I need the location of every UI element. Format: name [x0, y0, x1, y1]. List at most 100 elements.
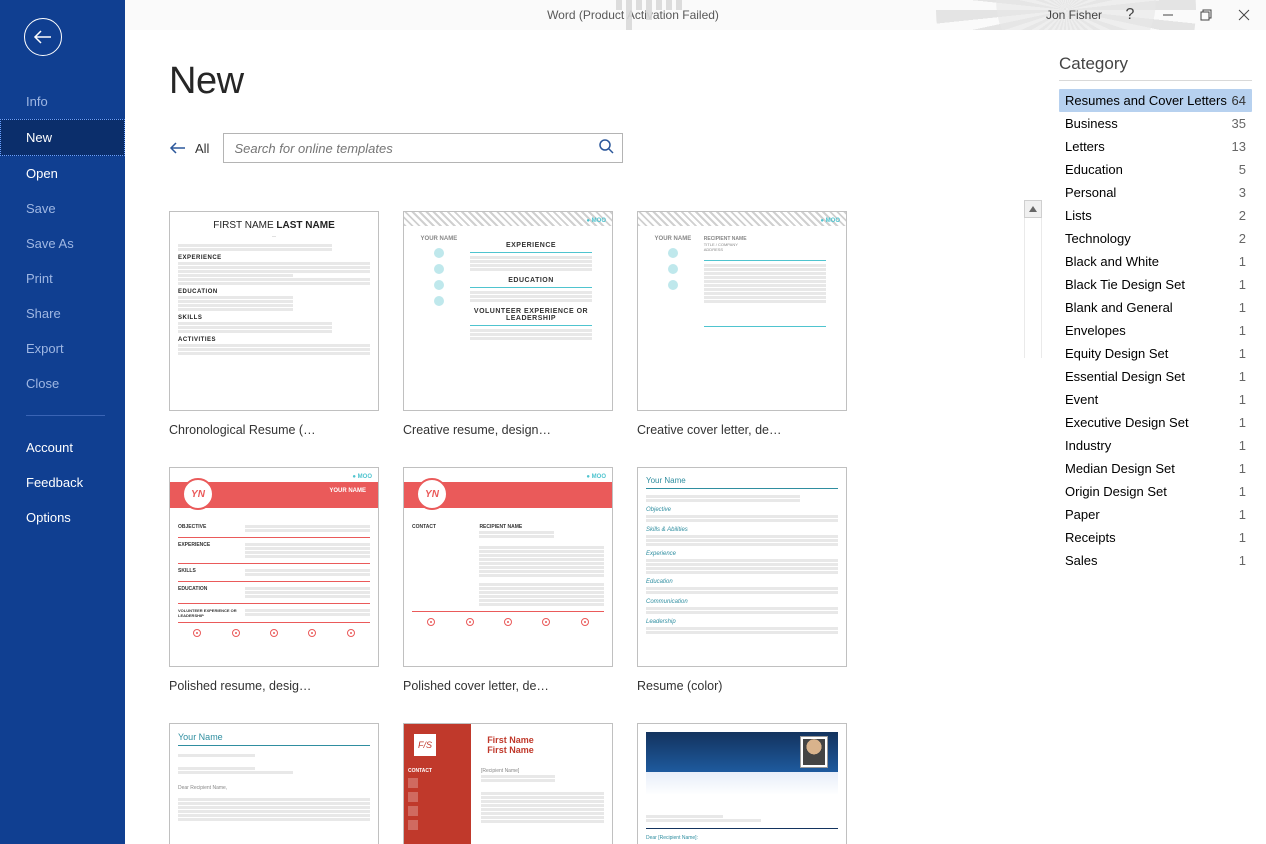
category-name: Median Design Set	[1065, 461, 1175, 476]
category-count: 1	[1239, 438, 1246, 453]
help-button[interactable]: ?	[1120, 5, 1140, 25]
category-name: Paper	[1065, 507, 1100, 522]
category-count: 3	[1239, 185, 1246, 200]
template-sky[interactable]: Dear [Recipient Name]:	[637, 723, 847, 844]
template-thumbnail: Your NameObjectiveSkills & AbilitiesExpe…	[637, 467, 847, 667]
sidebar-item-save[interactable]: Save	[0, 191, 125, 226]
user-name[interactable]: Jon Fisher	[1046, 8, 1102, 22]
category-envelopes[interactable]: Envelopes1	[1059, 319, 1252, 342]
category-name: Industry	[1065, 438, 1111, 453]
search-input[interactable]	[234, 141, 598, 156]
template-fs[interactable]: F/SFirst NameFirst NameCONTACT[Recipient…	[403, 723, 613, 844]
template-thumbnail: Dear [Recipient Name]:	[637, 723, 847, 844]
template-simple[interactable]: Your NameDear Recipient Name,	[169, 723, 379, 844]
template-color_res[interactable]: Your NameObjectiveSkills & AbilitiesExpe…	[637, 467, 847, 693]
category-name: Equity Design Set	[1065, 346, 1168, 361]
template-polished_res[interactable]: ● MOOYNYOUR NAMEOBJECTIVEEXPERIENCESKILL…	[169, 467, 379, 693]
template-thumbnail: ● MOOYNYOUR NAMEOBJECTIVEEXPERIENCESKILL…	[169, 467, 379, 667]
template-thumbnail: ● MOOYOUR NAMEEXPERIENCEEDUCATIONVOLUNTE…	[403, 211, 613, 411]
scroll-up-button[interactable]	[1024, 200, 1042, 218]
category-name: Receipts	[1065, 530, 1116, 545]
scroll-track[interactable]	[1024, 218, 1042, 358]
category-black-tie-design-set[interactable]: Black Tie Design Set1	[1059, 273, 1252, 296]
sidebar-item-account[interactable]: Account	[0, 430, 125, 465]
template-label: Polished resume, desig…	[169, 679, 379, 693]
category-origin-design-set[interactable]: Origin Design Set1	[1059, 480, 1252, 503]
category-count: 1	[1239, 392, 1246, 407]
category-sales[interactable]: Sales1	[1059, 549, 1252, 572]
category-name: Letters	[1065, 139, 1105, 154]
sidebar-item-save-as[interactable]: Save As	[0, 226, 125, 261]
back-to-all-link[interactable]: All	[169, 141, 209, 156]
close-button[interactable]	[1234, 5, 1254, 25]
sidebar-item-options[interactable]: Options	[0, 500, 125, 535]
category-blank-and-general[interactable]: Blank and General 1	[1059, 296, 1252, 319]
category-executive-design-set[interactable]: Executive Design Set1	[1059, 411, 1252, 434]
category-lists[interactable]: Lists2	[1059, 204, 1252, 227]
category-count: 1	[1239, 461, 1246, 476]
category-event[interactable]: Event1	[1059, 388, 1252, 411]
category-count: 1	[1239, 530, 1246, 545]
category-median-design-set[interactable]: Median Design Set 1	[1059, 457, 1252, 480]
category-essential-design-set[interactable]: Essential Design Set 1	[1059, 365, 1252, 388]
category-count: 1	[1239, 300, 1246, 315]
category-count: 1	[1239, 484, 1246, 499]
category-receipts[interactable]: Receipts 1	[1059, 526, 1252, 549]
category-business[interactable]: Business35	[1059, 112, 1252, 135]
backstage-sidebar: InfoNewOpenSaveSave AsPrintShareExportCl…	[0, 0, 125, 844]
category-count: 1	[1239, 277, 1246, 292]
scroll-bar[interactable]	[1024, 200, 1044, 844]
back-button[interactable]	[24, 18, 62, 56]
category-count: 1	[1239, 323, 1246, 338]
category-name: Personal	[1065, 185, 1116, 200]
sidebar-item-new[interactable]: New	[0, 119, 125, 156]
template-polished_cov[interactable]: ● MOOYNCONTACTRECIPIENT NAMEPolished cov…	[403, 467, 613, 693]
category-equity-design-set[interactable]: Equity Design Set 1	[1059, 342, 1252, 365]
template-thumbnail: F/SFirst NameFirst NameCONTACT[Recipient…	[403, 723, 613, 844]
template-thumbnail: ● MOOYNCONTACTRECIPIENT NAME	[403, 467, 613, 667]
category-count: 35	[1232, 116, 1246, 131]
sidebar-item-feedback[interactable]: Feedback	[0, 465, 125, 500]
category-education[interactable]: Education5	[1059, 158, 1252, 181]
sidebar-item-share[interactable]: Share	[0, 296, 125, 331]
minimize-button[interactable]	[1158, 5, 1178, 25]
sidebar-item-info[interactable]: Info	[0, 84, 125, 119]
category-count: 64	[1232, 93, 1246, 108]
category-count: 5	[1239, 162, 1246, 177]
category-industry[interactable]: Industry 1	[1059, 434, 1252, 457]
template-label: Creative resume, design…	[403, 423, 613, 437]
template-thumbnail: ● MOOYOUR NAMERECIPIENT NAMETITLE / COMP…	[637, 211, 847, 411]
category-count: 1	[1239, 369, 1246, 384]
category-count: 1	[1239, 346, 1246, 361]
category-personal[interactable]: Personal 3	[1059, 181, 1252, 204]
sidebar-item-print[interactable]: Print	[0, 261, 125, 296]
category-name: Blank and General	[1065, 300, 1173, 315]
restore-button[interactable]	[1196, 5, 1216, 25]
category-technology[interactable]: Technology 2	[1059, 227, 1252, 250]
category-name: Technology	[1065, 231, 1131, 246]
search-box[interactable]	[223, 133, 623, 163]
category-count: 1	[1239, 415, 1246, 430]
category-paper[interactable]: Paper 1	[1059, 503, 1252, 526]
sidebar-item-close[interactable]: Close	[0, 366, 125, 401]
template-creative_res[interactable]: ● MOOYOUR NAMEEXPERIENCEEDUCATIONVOLUNTE…	[403, 211, 613, 437]
category-letters[interactable]: Letters 13	[1059, 135, 1252, 158]
category-count: 1	[1239, 507, 1246, 522]
template-creative_cov[interactable]: ● MOOYOUR NAMERECIPIENT NAMETITLE / COMP…	[637, 211, 847, 437]
category-count: 13	[1232, 139, 1246, 154]
sidebar-item-export[interactable]: Export	[0, 331, 125, 366]
template-thumbnail: Your NameDear Recipient Name,	[169, 723, 379, 844]
template-chrono[interactable]: FIRST NAME LAST NAME—EXPERIENCEEDUCATION…	[169, 211, 379, 437]
category-black-and-white[interactable]: Black and White1	[1059, 250, 1252, 273]
template-label: Resume (color)	[637, 679, 847, 693]
title-bar: Word (Product Activation Failed) Jon Fis…	[0, 0, 1266, 30]
category-name: Resumes and Cover Letters	[1065, 93, 1227, 108]
window-title: Word (Product Activation Failed)	[547, 8, 719, 22]
sidebar-item-open[interactable]: Open	[0, 156, 125, 191]
category-heading: Category	[1059, 54, 1252, 81]
category-resumes-and-cover-letters[interactable]: Resumes and Cover Letters 64	[1059, 89, 1252, 112]
search-icon[interactable]	[598, 138, 614, 159]
category-name: Essential Design Set	[1065, 369, 1185, 384]
category-count: 2	[1239, 231, 1246, 246]
template-label: Creative cover letter, de…	[637, 423, 847, 437]
